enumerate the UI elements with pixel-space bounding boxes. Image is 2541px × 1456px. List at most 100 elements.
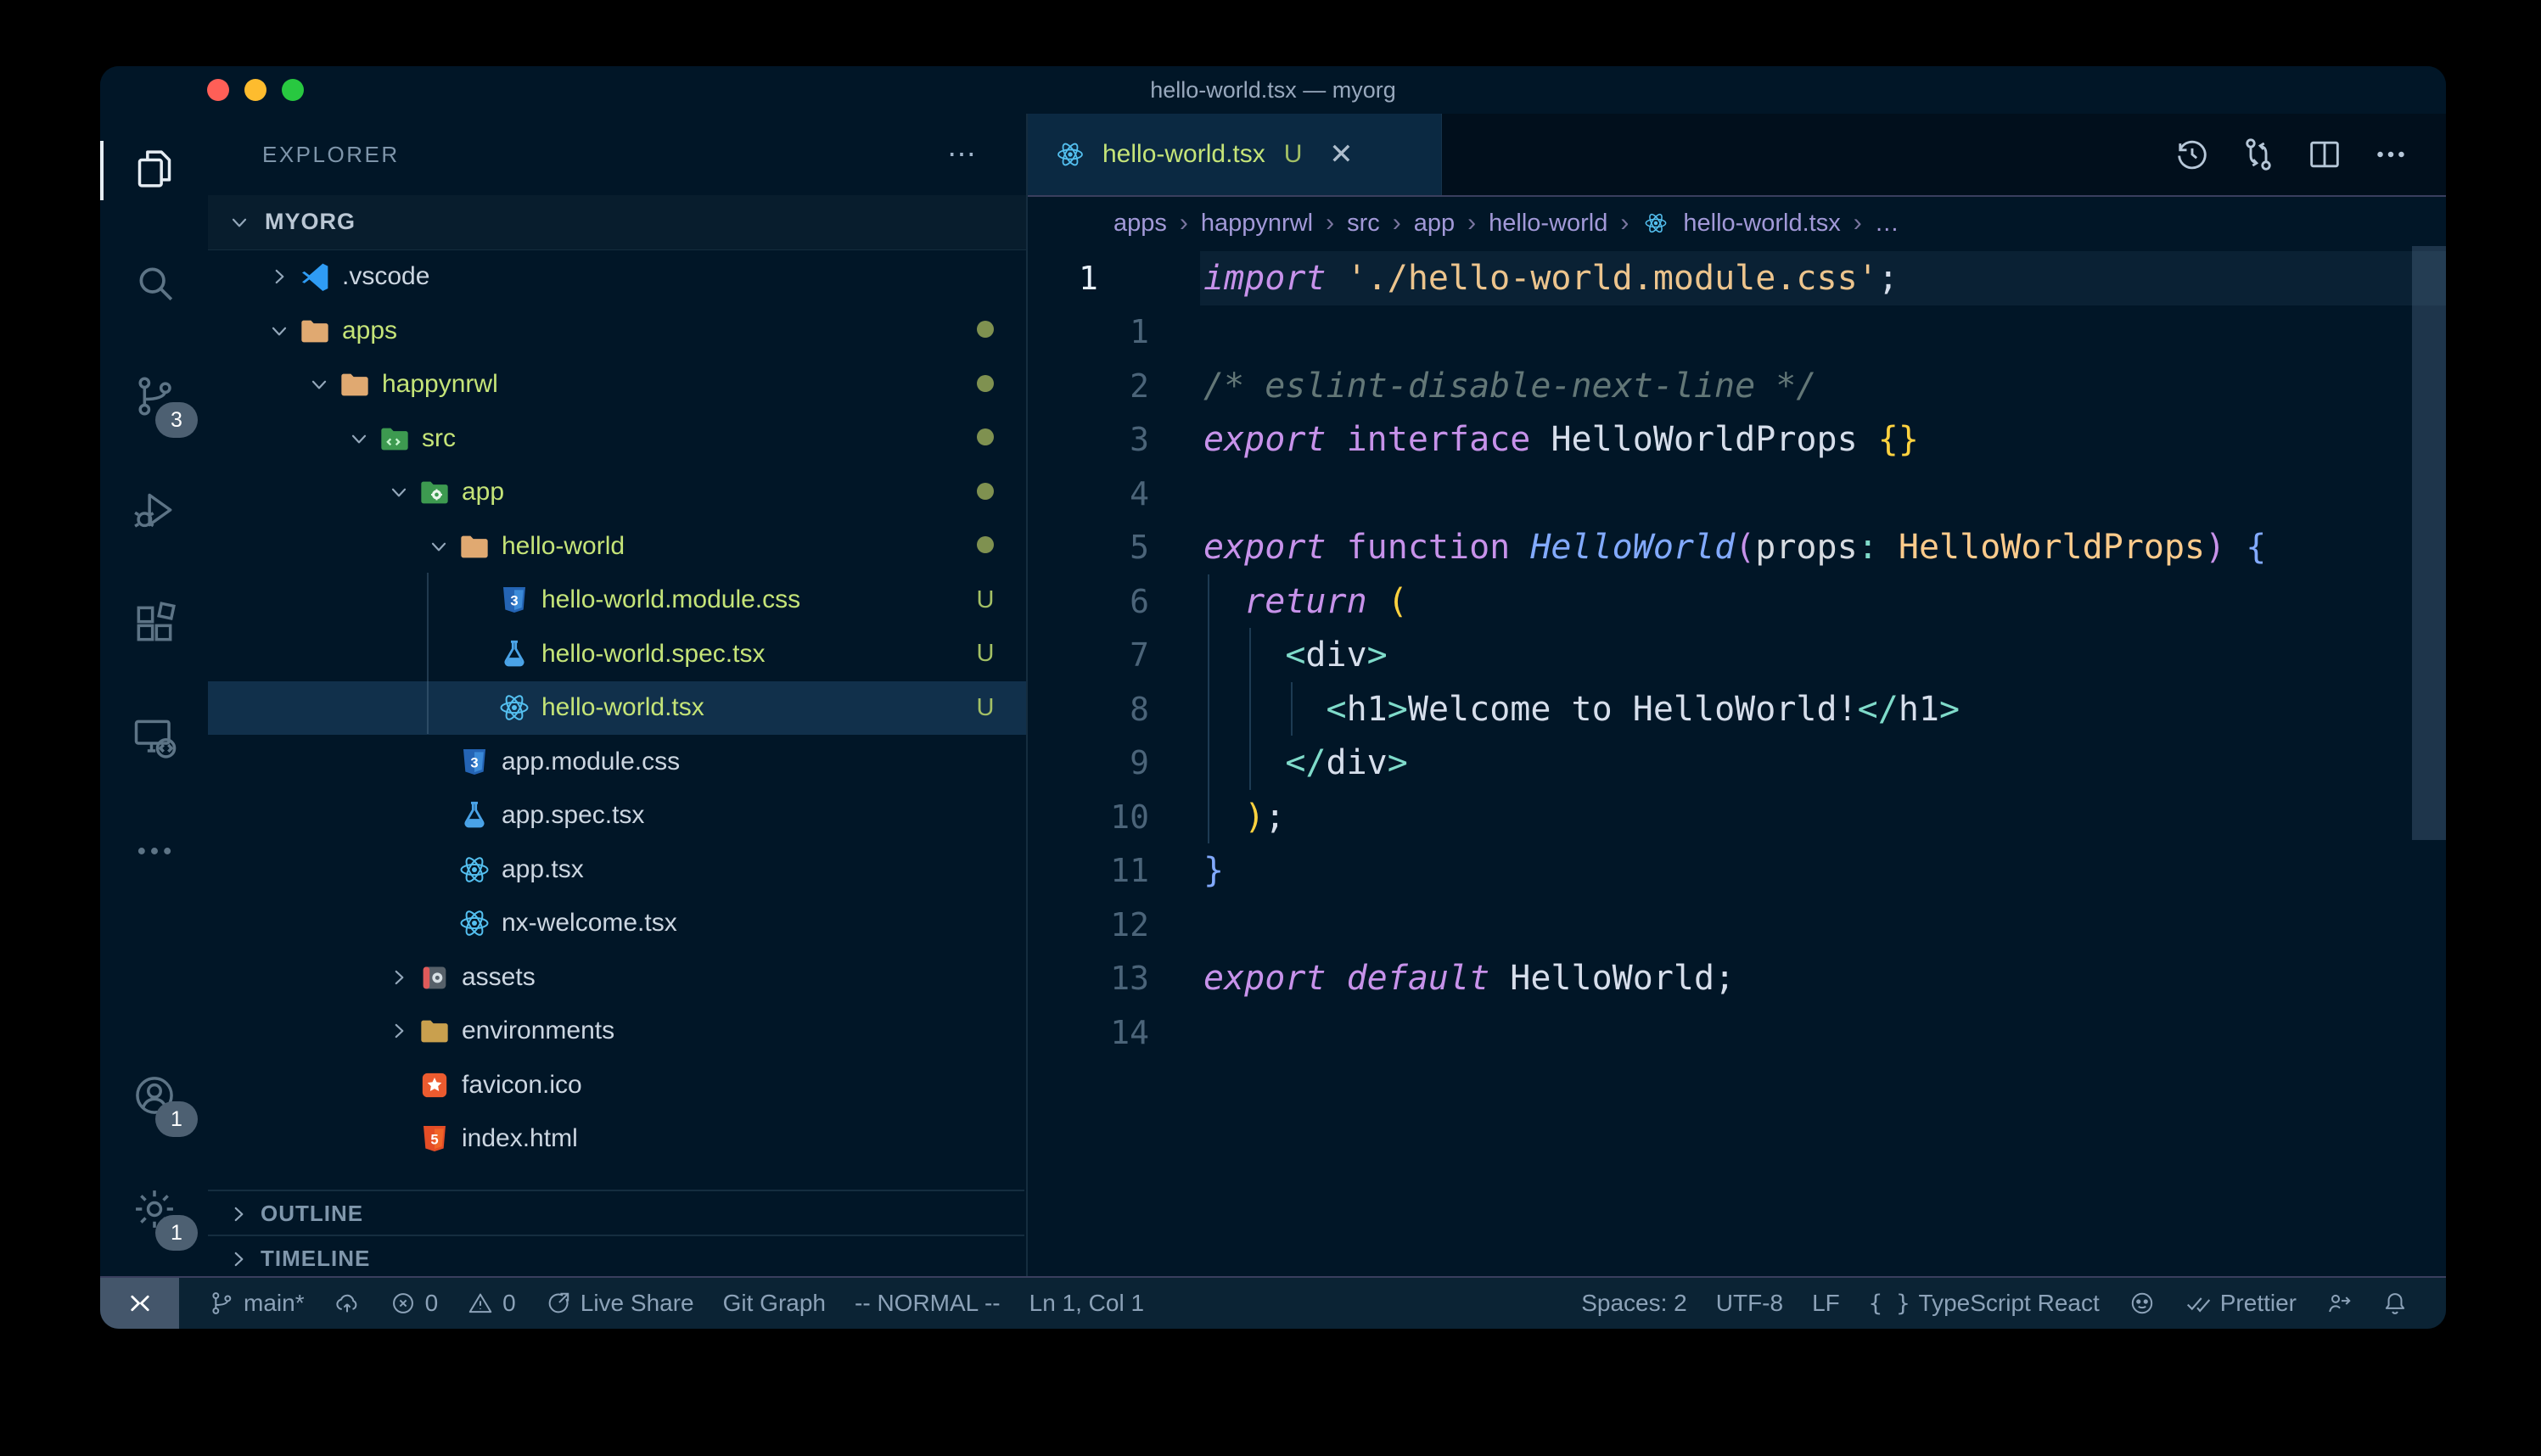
activity-bar-item-remote-explorer[interactable]	[100, 682, 208, 796]
chevron-spacer	[462, 691, 496, 725]
badge: 3	[155, 402, 198, 438]
activity-bar-item-more[interactable]	[100, 796, 208, 910]
outline-section-header[interactable]: OUTLINE	[208, 1190, 1024, 1236]
timeline-section-header[interactable]: TIMELINE	[208, 1235, 1024, 1281]
activity-bar-item-extensions[interactable]	[100, 568, 208, 682]
feedback-icon	[2325, 1290, 2353, 1317]
minimize-window-button[interactable]	[244, 79, 266, 101]
line-number: 9	[1028, 744, 1149, 781]
status-item-errors[interactable]: 0	[390, 1290, 439, 1317]
breadcrumb-item-app[interactable]: app	[1414, 210, 1455, 238]
split-editor-icon[interactable]	[2305, 135, 2344, 174]
status-item-eol[interactable]: LF	[1812, 1290, 1840, 1317]
breadcrumb-item-src[interactable]: src	[1347, 210, 1380, 238]
chevron-spacer	[462, 637, 496, 671]
tree-root-myorg[interactable]: MYORG	[208, 195, 1026, 250]
chevron-down-icon	[422, 529, 456, 563]
window-title: hello-world.tsx — myorg	[100, 77, 2446, 104]
tab-hello-world-tsx[interactable]: hello-world.tsx U ✕	[1028, 114, 1442, 195]
tree-item-label: favicon.ico	[462, 1071, 582, 1100]
breadcrumb-item-happynrwl[interactable]: happynrwl	[1201, 210, 1313, 238]
git-modified-dot	[967, 424, 1004, 452]
code-line: 8 <h1>Welcome to HelloWorld!</h1>	[1028, 682, 2446, 736]
status-item-encoding[interactable]: UTF-8	[1716, 1290, 1783, 1317]
breadcrumb-separator: ›	[1180, 209, 1188, 238]
svg-text:5: 5	[430, 1132, 438, 1148]
tree-item-label: nx-welcome.tsx	[502, 909, 677, 938]
line-number: 6	[1028, 583, 1149, 620]
status-item-notifications[interactable]	[2381, 1290, 2409, 1317]
maximize-window-button[interactable]	[282, 79, 304, 101]
code-line: 1	[1028, 305, 2446, 360]
git-untracked-badge: U	[967, 640, 1004, 668]
status-item-publish-changes[interactable]	[334, 1290, 361, 1317]
status-item-label: UTF-8	[1716, 1290, 1783, 1317]
breadcrumb-item-apps[interactable]: apps	[1113, 210, 1167, 238]
line-number: 1	[1028, 260, 1149, 297]
warning-icon	[467, 1290, 494, 1317]
tree-item-assets[interactable]: assets	[208, 950, 1026, 1005]
checks-icon	[2185, 1290, 2212, 1317]
tab-untracked-badge: U	[1284, 140, 1303, 169]
folder-src-icon	[376, 420, 413, 457]
status-item-git-graph[interactable]: Git Graph	[723, 1290, 826, 1317]
open-changes-icon[interactable]	[2173, 135, 2212, 174]
activity-bar-item-search[interactable]	[100, 227, 208, 341]
activity-bar-item-settings[interactable]: 1	[100, 1154, 208, 1268]
tree-item-hello-world[interactable]: hello-world	[208, 519, 1026, 574]
more-actions-icon[interactable]	[2371, 135, 2410, 174]
activity-bar-item-source-control[interactable]: 3	[100, 341, 208, 455]
editor-scrollbar[interactable]	[2412, 246, 2446, 840]
status-item-label: Ln 1, Col 1	[1029, 1290, 1144, 1317]
tree-item-favicon.ico[interactable]: favicon.ico	[208, 1058, 1026, 1112]
explorer-more-actions-button[interactable]: ⋯	[947, 146, 979, 163]
toggle-changes-icon[interactable]	[2239, 135, 2278, 174]
tree-item-hello-world.module.css[interactable]: 3hello-world.module.cssU	[208, 574, 1026, 628]
status-item-feedback[interactable]	[2325, 1290, 2353, 1317]
tree-item-apps[interactable]: apps	[208, 304, 1026, 358]
tree-item-hello-world.tsx[interactable]: hello-world.tsxU	[208, 681, 1026, 736]
tree-item-label: hello-world.tsx	[541, 693, 704, 722]
status-item-label: 0	[425, 1290, 439, 1317]
search-icon	[131, 259, 178, 311]
explorer-icon	[131, 145, 178, 197]
activity-bar-item-explorer[interactable]	[100, 114, 208, 227]
close-tab-icon[interactable]: ✕	[1322, 137, 1360, 171]
status-item-git-branch[interactable]: main*	[208, 1290, 305, 1317]
tree-item-nx-welcome.tsx[interactable]: nx-welcome.tsx	[208, 897, 1026, 951]
tree-item-app[interactable]: app	[208, 466, 1026, 520]
tree-item-app.spec.tsx[interactable]: app.spec.tsx	[208, 789, 1026, 843]
tree-item-environments[interactable]: environments	[208, 1005, 1026, 1059]
activity-bar-item-run-debug[interactable]	[100, 455, 208, 568]
activity-bar-item-accounts[interactable]: 1	[100, 1040, 208, 1154]
status-item-live-share[interactable]: Live Share	[545, 1290, 694, 1317]
tree-item-label: app.module.css	[502, 748, 680, 776]
breadcrumb-item-hello-world.tsx[interactable]: hello-world.tsx	[1683, 210, 1840, 238]
tree-root-label: MYORG	[265, 209, 356, 235]
tree-item-app.module.css[interactable]: 3app.module.css	[208, 735, 1026, 789]
status-item-warnings[interactable]: 0	[467, 1290, 516, 1317]
status-item-github[interactable]	[2129, 1290, 2156, 1317]
breadcrumb-item-…[interactable]: …	[1875, 210, 1899, 238]
status-item-prettier[interactable]: Prettier	[2185, 1290, 2297, 1317]
status-item-vim-mode[interactable]: -- NORMAL --	[855, 1290, 1001, 1317]
remote-explorer-icon	[131, 714, 178, 765]
tab-label: hello-world.tsx	[1102, 140, 1265, 169]
code-editor[interactable]: 1import './hello-world.module.css';12/* …	[1028, 251, 2446, 1278]
editor-actions	[2173, 114, 2410, 195]
close-window-button[interactable]	[207, 79, 229, 101]
status-item-cursor-position[interactable]: Ln 1, Col 1	[1029, 1290, 1144, 1317]
tree-item-app.tsx[interactable]: app.tsx	[208, 843, 1026, 897]
tab-bar: hello-world.tsx U ✕	[1028, 114, 2446, 197]
tree-item-index.html[interactable]: 5index.html	[208, 1112, 1026, 1167]
remote-indicator[interactable]	[100, 1278, 179, 1329]
status-item-indentation[interactable]: Spaces: 2	[1581, 1290, 1687, 1317]
status-item-language-mode[interactable]: { }TypeScript React	[1869, 1290, 2100, 1317]
tree-item-happynrwl[interactable]: happynrwl	[208, 358, 1026, 412]
line-number: 4	[1028, 475, 1149, 512]
tree-item-src[interactable]: src	[208, 412, 1026, 466]
breadcrumb-item-hello-world[interactable]: hello-world	[1489, 210, 1607, 238]
tree-item-label: assets	[462, 963, 536, 992]
tree-item-.vscode[interactable]: .vscode	[208, 250, 1026, 305]
tree-item-hello-world.spec.tsx[interactable]: hello-world.spec.tsxU	[208, 627, 1026, 681]
